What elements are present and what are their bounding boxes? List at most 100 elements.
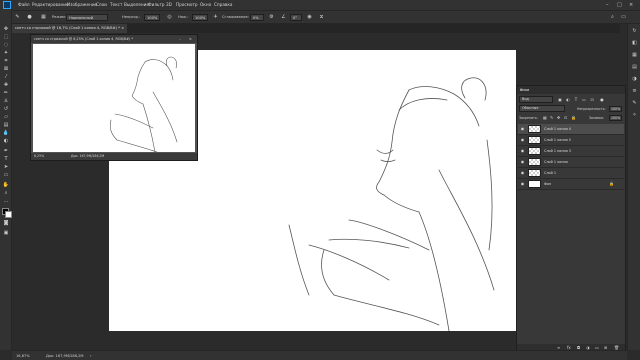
pen-tool-icon[interactable]: ✒ <box>2 148 10 155</box>
smoothing-input[interactable]: 0% <box>250 14 264 21</box>
menu-window[interactable]: Окно <box>200 1 211 9</box>
menu-image[interactable]: Изображение <box>67 1 97 9</box>
status-arrow-icon[interactable]: › <box>90 352 92 360</box>
hand-tool-icon[interactable]: ✋ <box>2 182 10 189</box>
pressure-input[interactable]: 100% <box>192 14 208 21</box>
close-window-button[interactable]: × <box>629 1 633 9</box>
visibility-eye-icon[interactable]: ◉ <box>520 126 525 132</box>
menu-layers[interactable]: Слои <box>96 1 107 9</box>
brush-settings-icon[interactable]: ▦ <box>40 14 47 21</box>
floating-window-titlebar[interactable]: скетч со стрижкой @ 6,25% (Слой 1 копия … <box>31 35 197 43</box>
filter-smart-object-icon[interactable]: ⊡ <box>589 96 595 103</box>
layer-opacity-input[interactable]: 100% <box>609 106 622 112</box>
more-tools-icon[interactable]: … <box>2 198 10 205</box>
layer-row[interactable]: ◉ Слой 1 копия 5 <box>518 135 624 146</box>
lock-artboard-icon[interactable]: ⊡ <box>564 115 567 121</box>
angle-input[interactable]: 0° <box>290 14 302 21</box>
pressure-opacity-icon[interactable]: ◎ <box>166 14 173 21</box>
menu-3d[interactable]: 3D <box>166 1 172 9</box>
brush-preset-icon[interactable]: ● <box>26 14 33 21</box>
maximize-button[interactable]: □ <box>617 1 622 9</box>
filter-adjustment-icon[interactable]: ◐ <box>565 96 571 103</box>
workspace-icon[interactable]: ▭ <box>620 14 627 21</box>
lock-brush-icon[interactable]: ✎ <box>550 115 553 121</box>
visibility-eye-icon[interactable]: ◉ <box>520 137 525 143</box>
frame-tool-icon[interactable]: ⊠ <box>2 66 10 73</box>
floating-window-canvas[interactable] <box>33 44 195 152</box>
blur-tool-icon[interactable]: 💧 <box>2 130 10 137</box>
menu-file[interactable]: Файл <box>18 1 30 9</box>
paths-icon[interactable]: ✧ <box>631 112 638 119</box>
layer-row[interactable]: ◉ Слой 1 <box>518 168 624 179</box>
document-tab[interactable]: скетч со стрижкой @ 16,7% (Слой 1 копия … <box>12 24 128 33</box>
filter-toggle-icon[interactable]: ● <box>599 96 605 103</box>
history-brush-tool-icon[interactable]: ↺ <box>2 106 10 113</box>
marquee-tool-icon[interactable]: ⬚ <box>2 34 10 41</box>
quick-mask-icon[interactable]: ◙ <box>2 220 10 227</box>
layer-row[interactable]: ◉ Слой 1 копия 3 <box>518 146 624 157</box>
menu-help[interactable]: Справка <box>214 1 232 9</box>
floating-zoom-value[interactable]: 6,25% <box>34 153 44 160</box>
lock-icon[interactable]: 🔒 <box>609 179 614 189</box>
opacity-input[interactable]: 100% <box>144 14 160 21</box>
pressure-size-icon[interactable]: ◉ <box>306 14 313 21</box>
panel-menu-icon[interactable]: ≡ <box>520 86 622 94</box>
visibility-eye-icon[interactable]: ◉ <box>520 159 525 165</box>
lasso-tool-icon[interactable]: ◌ <box>2 42 10 49</box>
adjustments-icon[interactable]: ◑ <box>631 76 638 83</box>
layer-fill-input[interactable]: 100% <box>609 115 622 121</box>
lock-position-icon[interactable]: ✥ <box>557 115 560 121</box>
menu-filter[interactable]: Фильтр <box>148 1 165 9</box>
clone-stamp-tool-icon[interactable]: ♙ <box>2 98 10 105</box>
filter-shape-icon[interactable]: ▭ <box>581 96 587 103</box>
symmetry-icon[interactable]: ⧖ <box>318 14 325 21</box>
layer-row[interactable]: ◉ Фон 🔒 <box>518 179 624 190</box>
menu-type[interactable]: Текст <box>110 1 122 9</box>
dodge-tool-icon[interactable]: ◐ <box>2 138 10 145</box>
menu-select[interactable]: Выделение <box>124 1 149 9</box>
eyedropper-tool-icon[interactable]: ⁄ <box>2 74 10 81</box>
healing-brush-tool-icon[interactable]: ✚ <box>2 82 10 89</box>
path-selection-tool-icon[interactable]: ➤ <box>2 164 10 171</box>
type-tool-icon[interactable]: T <box>2 156 10 163</box>
libraries-icon[interactable]: ▤ <box>631 64 638 71</box>
swatches-icon[interactable]: ▦ <box>631 52 638 59</box>
rectangle-tool-icon[interactable]: ▭ <box>2 172 10 179</box>
visibility-eye-icon[interactable]: ◉ <box>520 181 525 187</box>
zoom-value[interactable]: 16,67% <box>16 352 30 360</box>
menu-view[interactable]: Просмотр <box>176 1 198 9</box>
search-icon[interactable]: ⌕ <box>609 14 616 21</box>
magic-wand-tool-icon[interactable]: ✦ <box>2 50 10 57</box>
brush-tool-icon[interactable]: ✎ <box>14 14 21 21</box>
blend-mode-dropdown[interactable]: Обычные <box>519 105 565 112</box>
lock-transparent-icon[interactable]: ▦ <box>543 115 547 121</box>
eraser-tool-icon[interactable]: ▱ <box>2 114 10 121</box>
layer-row[interactable]: ◉ Слой 1 копия <box>518 157 624 168</box>
brushes-icon[interactable]: ✎ <box>631 100 638 107</box>
color-icon[interactable]: ◧ <box>631 40 638 47</box>
visibility-eye-icon[interactable]: ◉ <box>520 170 525 176</box>
mode-dropdown[interactable]: Нормальный <box>66 14 108 21</box>
menu-edit[interactable]: Редактирование <box>32 1 69 9</box>
floating-minimize-button[interactable]: – <box>179 35 181 43</box>
smoothing-settings-icon[interactable]: ⚙ <box>268 14 275 21</box>
layer-filter-dropdown[interactable]: Вид <box>519 96 553 103</box>
airbrush-icon[interactable]: ✈ <box>212 14 219 21</box>
lock-all-icon[interactable]: 🔒 <box>571 115 576 121</box>
gradient-tool-icon[interactable]: ▤ <box>2 122 10 129</box>
layers-panel-tab[interactable]: Слои ≡ <box>517 86 625 94</box>
move-tool-icon[interactable]: ✥ <box>2 26 10 33</box>
filter-pixel-icon[interactable]: ▣ <box>557 96 563 103</box>
brush-tool-icon[interactable]: ✏ <box>2 90 10 97</box>
visibility-eye-icon[interactable]: ◉ <box>520 148 525 154</box>
history-icon[interactable]: ↻ <box>631 28 638 35</box>
floating-close-button[interactable]: × <box>189 35 192 43</box>
minimize-button[interactable]: – <box>606 1 609 9</box>
crop-tool-icon[interactable]: ⌗ <box>2 58 10 65</box>
filter-type-icon[interactable]: T <box>573 96 579 103</box>
screen-mode-icon[interactable]: ▣ <box>2 230 10 237</box>
background-color-swatch[interactable] <box>5 211 12 218</box>
properties-icon[interactable]: ≡ <box>631 88 638 95</box>
zoom-tool-icon[interactable]: ⌕ <box>2 190 10 197</box>
layer-row[interactable]: ◉ Слой 1 копия 4 <box>518 124 624 135</box>
